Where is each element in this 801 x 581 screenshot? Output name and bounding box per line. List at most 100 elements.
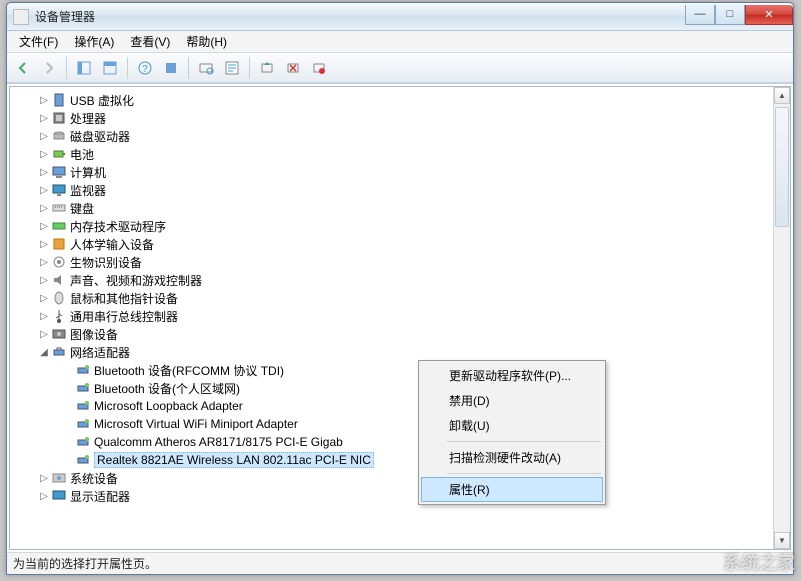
tree-label: 鼠标和其他指针设备	[70, 290, 178, 307]
tree-category[interactable]: ▷ 生物识别设备	[10, 253, 773, 271]
expand-toggle[interactable]: ▷	[38, 167, 50, 178]
toolbar-back-button[interactable]	[11, 56, 35, 80]
toolbar-properties-button[interactable]	[220, 56, 244, 80]
expand-toggle[interactable]: ▷	[38, 95, 50, 106]
device-tree[interactable]: ▷USB 虚拟化▷处理器▷磁盘驱动器▷电池▷计算机▷监视器▷键盘▷内存技术驱动程…	[10, 87, 773, 549]
tree-category[interactable]: ▷ 计算机	[10, 163, 773, 181]
tree-device[interactable]: Microsoft Virtual WiFi Miniport Adapter	[10, 415, 773, 433]
expand-toggle[interactable]: ▷	[38, 239, 50, 250]
tree-device[interactable]: Bluetooth 设备(RFCOMM 协议 TDI)	[10, 361, 773, 379]
tree-category[interactable]: ▷ 内存技术驱动程序	[10, 217, 773, 235]
expand-toggle[interactable]: ▷	[38, 149, 50, 160]
tree-label: 网络适配器	[70, 344, 130, 361]
expand-toggle[interactable]: ◢	[38, 347, 50, 358]
tree-label: Bluetooth 设备(个人区域网)	[94, 380, 240, 397]
expand-toggle[interactable]: ▷	[38, 275, 50, 286]
expand-toggle[interactable]: ▷	[38, 131, 50, 142]
tree-category[interactable]: ▷ 电池	[10, 145, 773, 163]
expand-toggle[interactable]: ▷	[38, 221, 50, 232]
tree-label: 显示适配器	[70, 488, 130, 505]
ctx-scan-hardware[interactable]: 扫描检测硬件改动(A)	[421, 445, 603, 470]
ctx-disable[interactable]: 禁用(D)	[421, 388, 603, 413]
toolbar-view2-button[interactable]	[98, 56, 122, 80]
tree-label: USB 虚拟化	[70, 92, 134, 109]
tree-category[interactable]: ▷处理器	[10, 109, 773, 127]
menu-action[interactable]: 操作(A)	[66, 31, 122, 52]
tree-label: Bluetooth 设备(RFCOMM 协议 TDI)	[94, 362, 284, 379]
ctx-properties[interactable]: 属性(R)	[421, 477, 603, 502]
tree-category[interactable]: ▷监视器	[10, 181, 773, 199]
tree-category[interactable]: ▷ 鼠标和其他指针设备	[10, 289, 773, 307]
ctx-uninstall[interactable]: 卸载(U)	[421, 413, 603, 438]
toolbar-view1-button[interactable]	[72, 56, 96, 80]
expand-toggle[interactable]: ▷	[38, 329, 50, 340]
tree-label: 电池	[70, 146, 94, 163]
tree-category[interactable]: ▷ 磁盘驱动器	[10, 127, 773, 145]
svg-text:?: ?	[142, 64, 148, 75]
tree-device[interactable]: Qualcomm Atheros AR8171/8175 PCI-E Gigab	[10, 433, 773, 451]
tree-device[interactable]: Realtek 8821AE Wireless LAN 802.11ac PCI…	[10, 451, 773, 469]
toolbar-separator	[127, 57, 128, 79]
scroll-up-button[interactable]: ▲	[774, 87, 790, 104]
tree-label: Qualcomm Atheros AR8171/8175 PCI-E Gigab	[94, 435, 343, 449]
tree-label: 计算机	[70, 164, 106, 181]
expand-toggle[interactable]: ▷	[38, 473, 50, 484]
context-menu: 更新驱动程序软件(P)... 禁用(D) 卸载(U) 扫描检测硬件改动(A) 属…	[418, 360, 606, 505]
tree-label: 声音、视频和游戏控制器	[70, 272, 202, 289]
tree-category[interactable]: ▷ 图像设备	[10, 325, 773, 343]
tree-category[interactable]: ▷ 通用串行总线控制器	[10, 307, 773, 325]
toolbar-forward-button[interactable]	[37, 56, 61, 80]
scrollbar[interactable]: ▲ ▼	[773, 87, 790, 549]
ctx-separator	[447, 441, 601, 442]
expand-toggle[interactable]: ▷	[38, 311, 50, 322]
menu-help[interactable]: 帮助(H)	[178, 31, 235, 52]
toolbar-separator	[66, 57, 67, 79]
tree-label: Realtek 8821AE Wireless LAN 802.11ac PCI…	[94, 452, 374, 468]
expand-toggle[interactable]: ▷	[38, 203, 50, 214]
toolbar-button[interactable]	[159, 56, 183, 80]
toolbar-separator	[188, 57, 189, 79]
tree-category[interactable]: ▷ USB 虚拟化	[10, 91, 773, 109]
status-text: 为当前的选择打开属性页。	[13, 555, 157, 572]
toolbar-update-button[interactable]	[255, 56, 279, 80]
tree-label: 键盘	[70, 200, 94, 217]
tree-label: 生物识别设备	[70, 254, 142, 271]
expand-toggle[interactable]: ▷	[38, 293, 50, 304]
toolbar-help-button[interactable]: ?	[133, 56, 157, 80]
expand-toggle[interactable]: ▷	[38, 185, 50, 196]
tree-device[interactable]: Microsoft Loopback Adapter	[10, 397, 773, 415]
tree-label: Microsoft Virtual WiFi Miniport Adapter	[94, 417, 298, 431]
tree-category[interactable]: ▷ 声音、视频和游戏控制器	[10, 271, 773, 289]
menu-file[interactable]: 文件(F)	[11, 31, 66, 52]
titlebar[interactable]: 设备管理器 — □ ✕	[7, 3, 793, 31]
close-button[interactable]: ✕	[745, 5, 793, 25]
tree-category[interactable]: ▷人体学输入设备	[10, 235, 773, 253]
toolbar: ?	[7, 53, 793, 83]
expand-toggle[interactable]: ▷	[38, 113, 50, 124]
minimize-button[interactable]: —	[685, 5, 715, 25]
maximize-button[interactable]: □	[715, 5, 745, 25]
tree-label: 图像设备	[70, 326, 118, 343]
scroll-down-button[interactable]: ▼	[774, 532, 790, 549]
tree-label: 内存技术驱动程序	[70, 218, 166, 235]
expand-toggle[interactable]: ▷	[38, 491, 50, 502]
tree-label: 磁盘驱动器	[70, 128, 130, 145]
content-area: ▷USB 虚拟化▷处理器▷磁盘驱动器▷电池▷计算机▷监视器▷键盘▷内存技术驱动程…	[7, 83, 793, 552]
scroll-thumb[interactable]	[775, 107, 789, 227]
tree-panel: ▷USB 虚拟化▷处理器▷磁盘驱动器▷电池▷计算机▷监视器▷键盘▷内存技术驱动程…	[9, 86, 791, 550]
menu-view[interactable]: 查看(V)	[122, 31, 178, 52]
expand-toggle[interactable]: ▷	[38, 257, 50, 268]
ctx-update-driver[interactable]: 更新驱动程序软件(P)...	[421, 363, 603, 388]
tree-label: 系统设备	[70, 470, 118, 487]
menubar: 文件(F) 操作(A) 查看(V) 帮助(H)	[7, 31, 793, 53]
toolbar-uninstall-button[interactable]	[281, 56, 305, 80]
toolbar-scan-button[interactable]	[194, 56, 218, 80]
tree-category[interactable]: ▷ 系统设备	[10, 469, 773, 487]
tree-category[interactable]: ◢ 网络适配器	[10, 343, 773, 361]
tree-label: 通用串行总线控制器	[70, 308, 178, 325]
tree-category[interactable]: ▷ 显示适配器	[10, 487, 773, 505]
tree-category[interactable]: ▷ 键盘	[10, 199, 773, 217]
tree-label: Microsoft Loopback Adapter	[94, 399, 243, 413]
toolbar-disable-button[interactable]	[307, 56, 331, 80]
tree-device[interactable]: Bluetooth 设备(个人区域网)	[10, 379, 773, 397]
